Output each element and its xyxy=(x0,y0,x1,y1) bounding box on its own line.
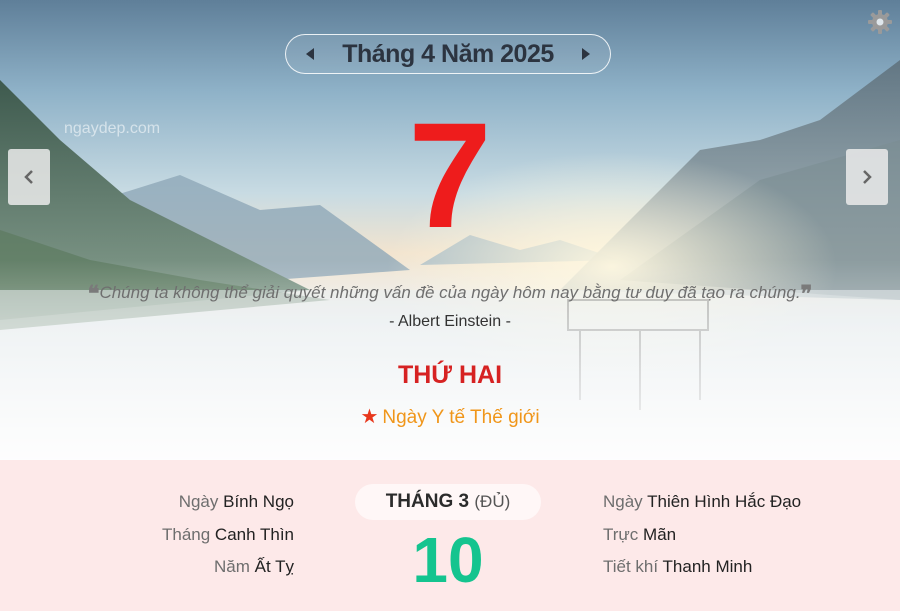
holiday: ★ Ngày Y tế Thế giới xyxy=(0,404,900,429)
truc-row: Trực Mãn xyxy=(603,519,801,552)
open-quote-icon: ❝ xyxy=(87,281,100,306)
day-number: 7 xyxy=(408,91,492,259)
caret-left-icon xyxy=(306,48,314,60)
lunar-day-value: Bính Ngọ xyxy=(223,492,294,511)
gear-icon xyxy=(868,10,892,34)
truc-key: Trực xyxy=(603,524,639,544)
lunar-month-badge: THÁNG 3 (ĐỦ) xyxy=(355,484,541,520)
month-title[interactable]: Tháng 4 Năm 2025 xyxy=(342,40,554,69)
caret-right-icon xyxy=(582,48,590,60)
lunar-details: Ngày Thiên Hình Hắc Đạo Trực Mãn Tiết kh… xyxy=(603,486,801,584)
next-month-button[interactable] xyxy=(576,44,596,64)
lunar-month-label: THÁNG 3 xyxy=(385,491,470,512)
weekday-label: THỨ HAI xyxy=(397,361,503,389)
lunar-year-value: Ất Tỵ xyxy=(254,557,294,576)
day-type-key: Ngày xyxy=(603,492,643,511)
quote: ❝Chúng ta không thể giải quyết những vấn… xyxy=(0,281,900,307)
settings-button[interactable] xyxy=(866,8,894,36)
close-quote-icon: ❞ xyxy=(800,281,813,306)
lunar-year-key: Năm xyxy=(213,557,250,576)
quote-author: - Albert Einstein - xyxy=(389,313,511,330)
prev-month-button[interactable] xyxy=(300,44,320,64)
lunar-month-key: Tháng xyxy=(161,524,211,544)
solar-term-value: Thanh Minh xyxy=(662,557,753,576)
lunar-info-panel: Ngày Bính Ngọ Tháng Canh Thìn Năm Ất Tỵ … xyxy=(0,460,900,611)
lunar-month-sub: (ĐỦ) xyxy=(474,492,511,511)
day-type-value: Thiên Hình Hắc Đạo xyxy=(647,492,802,511)
lunar-day-number: 10 xyxy=(412,524,484,596)
holiday-label: Ngày Y tế Thế giới xyxy=(382,407,540,428)
quote-text: Chúng ta không thể giải quyết những vấn … xyxy=(99,283,801,302)
lunar-day-key: Ngày xyxy=(178,492,219,511)
lunar-month-row: Tháng Canh Thìn xyxy=(162,519,294,552)
lunar-month-value: Canh Thìn xyxy=(214,524,294,544)
lunar-can-chi: Ngày Bính Ngọ Tháng Canh Thìn Năm Ất Tỵ xyxy=(162,486,294,584)
day-type-row: Ngày Thiên Hình Hắc Đạo xyxy=(603,486,801,519)
star-icon: ★ xyxy=(360,406,379,428)
month-selector: Tháng 4 Năm 2025 xyxy=(285,34,611,74)
hero-background: Tháng 4 Năm 2025 ngaydep.com 7 ❝Chúng ta… xyxy=(0,0,900,460)
truc-value: Mãn xyxy=(643,524,677,544)
solar-term-row: Tiết khí Thanh Minh xyxy=(603,551,801,584)
lunar-year-row: Năm Ất Tỵ xyxy=(162,551,294,584)
lunar-day-row: Ngày Bính Ngọ xyxy=(162,486,294,519)
solar-term-key: Tiết khí xyxy=(603,557,659,576)
